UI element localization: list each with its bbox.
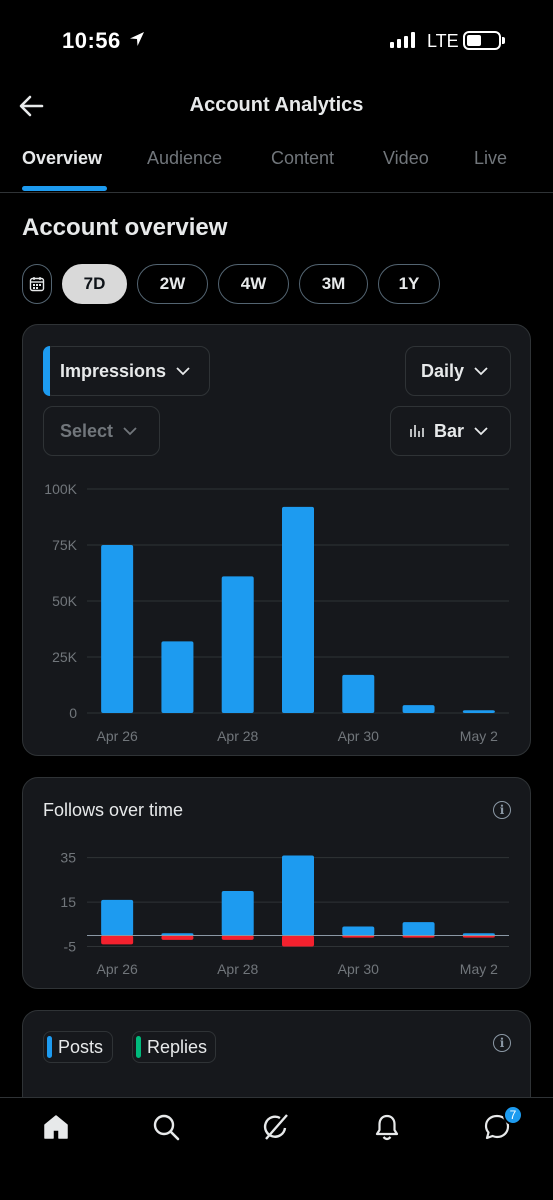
status-bar: 10:56 LTE [0,0,553,80]
impressions-bar [342,674,375,713]
tab-video[interactable]: Video [383,148,429,169]
follows-card: Follows over time i -5 15 35 Apr 26 Apr 28 Ap… [22,777,531,989]
active-tab-indicator [22,186,107,191]
home-icon[interactable] [41,1112,71,1142]
period-7d[interactable]: 7D [62,264,127,304]
period-3m[interactable]: 3M [299,264,368,304]
calendar-button[interactable] [22,264,52,304]
period-1y[interactable]: 1Y [378,264,440,304]
status-time: 10:56 [62,28,121,53]
signal-icon [390,32,415,48]
y-tick-label: 50K [52,593,78,609]
tab-overview[interactable]: Overview [22,148,102,169]
follows-bar [402,922,435,936]
x-tick-label: May 2 [460,961,498,977]
page-title: Account Analytics [189,94,364,116]
page-header: Account Analytics [0,80,553,132]
impressions-bar [282,506,314,713]
battery-icon [463,31,501,50]
unfollows-bar [282,935,314,947]
impressions-bar [462,710,495,713]
battery-cap [502,37,505,44]
impressions-bar [221,576,254,713]
notifications-icon[interactable] [372,1112,402,1142]
follows-bar [221,891,254,936]
x-tick-label: Apr 28 [217,961,258,977]
messages-badge: 7 [503,1105,523,1125]
search-icon[interactable] [151,1112,181,1142]
y-tick-label: -5 [64,939,77,955]
legend-replies-swatch [136,1036,141,1058]
x-tick-label: Apr 26 [97,728,138,744]
y-tick-label: 35 [60,850,76,866]
legend-replies[interactable]: Replies [132,1031,216,1063]
x-tick-label: Apr 26 [97,961,138,977]
period-2w[interactable]: 2W [137,264,208,304]
tab-content[interactable]: Content [271,148,334,169]
follows-bar [282,855,314,936]
section-title: Account overview [22,214,228,241]
unfollows-bar [101,935,134,945]
legend-posts-label: Posts [58,1036,104,1057]
legend-posts[interactable]: Posts [43,1031,113,1063]
impressions-bar [161,641,194,713]
y-tick-label: 100K [44,481,77,497]
period-4w[interactable]: 4W [218,264,289,304]
x-tick-label: Apr 30 [338,728,379,744]
y-tick-label: 75K [52,537,78,553]
impressions-bar [101,545,134,713]
legend-posts-swatch [47,1036,52,1058]
unfollows-bar [221,935,254,940]
impressions-card: Impressions Daily Select Bar 0 25K 50K 75K 1… [22,324,531,756]
y-tick-label: 25K [52,649,78,665]
network-label: LTE [427,31,459,51]
grok-icon[interactable] [261,1112,291,1142]
x-tick-label: Apr 28 [217,728,258,744]
follows-bar [101,899,134,936]
legend-replies-label: Replies [147,1036,208,1057]
follows-chart: -5 15 35 Apr 26 Apr 28 Apr 30 May 2 [60,850,509,977]
tab-bar: Overview Audience Content Video Live [0,132,553,193]
unfollows-bar [161,935,194,940]
info-icon[interactable]: i [493,1034,511,1052]
tab-live[interactable]: Live [474,148,507,169]
y-tick-label: 0 [69,705,77,721]
tab-audience[interactable]: Audience [147,148,222,169]
impressions-chart: 0 25K 50K 75K 100K Apr 26 Apr 28 Apr 30 May 2 [44,481,509,744]
calendar-icon [29,277,45,292]
x-tick-label: Apr 30 [338,961,379,977]
location-arrow-icon [130,32,144,46]
impressions-bar [402,705,435,713]
x-tick-label: May 2 [460,728,498,744]
y-tick-label: 15 [60,894,76,910]
follows-bar [342,926,375,936]
bottom-nav [0,1097,553,1200]
